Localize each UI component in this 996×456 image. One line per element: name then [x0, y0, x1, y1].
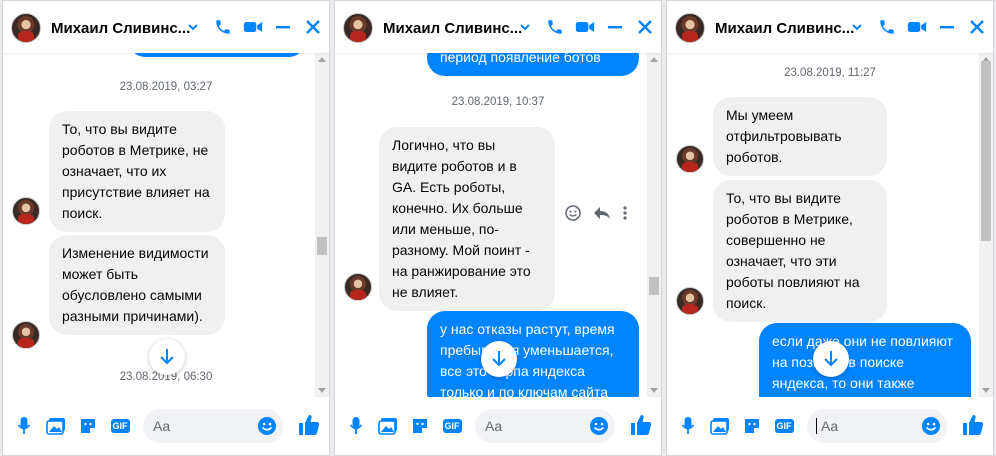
sticker-icon[interactable]: [409, 415, 431, 437]
message-bubble-incoming[interactable]: Логично, что вы видите роботов и в GA. Е…: [379, 127, 555, 311]
timestamp: 23.08.2019, 11:27: [784, 67, 876, 79]
emoji-icon[interactable]: [921, 416, 941, 436]
minimize-icon[interactable]: [937, 17, 957, 37]
contact-avatar[interactable]: [11, 13, 41, 43]
emoji-icon[interactable]: [589, 416, 609, 436]
contact-avatar[interactable]: [343, 13, 373, 43]
reply-icon[interactable]: [593, 206, 611, 220]
minimize-icon[interactable]: [273, 17, 293, 37]
message-input-placeholder: Aa: [485, 418, 503, 434]
message-bubble-incoming[interactable]: То, что вы видите роботов в Метрике, не …: [49, 111, 225, 232]
emoji-icon[interactable]: [257, 416, 277, 436]
phone-icon[interactable]: [545, 17, 565, 37]
scroll-to-bottom-button[interactable]: [149, 339, 185, 375]
message-bubble-outgoing[interactable]: если даже они не повлияют на позиции в п…: [759, 323, 971, 397]
image-icon[interactable]: [45, 415, 67, 437]
contact-avatar[interactable]: [675, 13, 705, 43]
arrow-down-icon: [824, 351, 838, 367]
chat-window-3: Михаил Сливинс... 23.08.2019, 11:27 Мы у…: [666, 0, 994, 456]
sender-avatar: [676, 287, 704, 315]
thumbs-up-icon[interactable]: [297, 413, 321, 437]
phone-icon[interactable]: [213, 17, 233, 37]
message-input-placeholder: Aa: [821, 418, 839, 434]
gif-icon[interactable]: GIF: [109, 415, 131, 437]
react-icon[interactable]: [565, 205, 581, 221]
image-icon[interactable]: [377, 415, 399, 437]
scrollbar-thumb[interactable]: [649, 277, 659, 295]
scroll-to-bottom-button[interactable]: [481, 341, 517, 377]
composer: GIF Aa: [667, 397, 993, 455]
scrollbar[interactable]: [979, 53, 993, 397]
message-input[interactable]: Aa: [143, 409, 283, 443]
timestamp: 23.08.2019, 10:37: [451, 96, 545, 108]
message-bubble-incoming[interactable]: Мы умеем отфильтровывать роботов.: [713, 97, 887, 176]
gif-icon[interactable]: GIF: [441, 415, 463, 437]
chat-window-2: Михаил Сливинс... период появление ботов…: [334, 0, 662, 456]
timestamp: 23.08.2019, 03:27: [119, 81, 213, 93]
message-input[interactable]: Aa: [475, 409, 615, 443]
chat-header: Михаил Сливинс...: [667, 1, 993, 53]
chat-window-1: Михаил Сливинс... 23.08.2019, 03:27 То, …: [2, 0, 330, 456]
sender-avatar: [344, 273, 372, 301]
thumbs-up-icon[interactable]: [629, 413, 653, 437]
message-bubble-incoming[interactable]: То, что вы видите роботов в Метрике, сов…: [713, 180, 887, 322]
close-icon[interactable]: [303, 17, 323, 37]
sticker-icon[interactable]: [741, 415, 763, 437]
video-icon[interactable]: [243, 17, 263, 37]
text-cursor: [816, 418, 817, 434]
scrollbar[interactable]: [315, 53, 329, 397]
scrollbar[interactable]: [647, 53, 661, 397]
minimize-icon[interactable]: [605, 17, 625, 37]
sticker-icon[interactable]: [77, 415, 99, 437]
scrollbar-thumb[interactable]: [981, 61, 991, 241]
chevron-down-icon[interactable]: [847, 17, 867, 37]
close-icon[interactable]: [967, 17, 987, 37]
microphone-icon[interactable]: [677, 415, 699, 437]
arrow-down-icon: [160, 349, 174, 365]
message-input[interactable]: Aa: [807, 409, 947, 443]
chevron-down-icon[interactable]: [183, 17, 203, 37]
sender-avatar: [12, 197, 40, 225]
message-bubble-outgoing[interactable]: период появление ботов: [427, 53, 639, 76]
messenger-screenshot: Михаил Сливинс... 23.08.2019, 03:27 То, …: [0, 0, 996, 456]
chat-header: Михаил Сливинс...: [3, 1, 329, 53]
thumbs-up-icon[interactable]: [961, 413, 985, 437]
video-icon[interactable]: [907, 17, 927, 37]
scrollbar-thumb[interactable]: [317, 237, 327, 255]
message-bubble-outgoing-partial: [129, 53, 305, 57]
close-icon[interactable]: [635, 17, 655, 37]
message-bubble-incoming[interactable]: Изменение видимости может быть обусловле…: [49, 235, 225, 335]
scroll-to-bottom-button[interactable]: [813, 341, 849, 377]
image-icon[interactable]: [709, 415, 731, 437]
phone-icon[interactable]: [877, 17, 897, 37]
sender-avatar: [12, 321, 40, 349]
more-icon[interactable]: [623, 206, 627, 220]
chat-header: Михаил Сливинс...: [335, 1, 661, 53]
message-input-placeholder: Aa: [153, 418, 171, 434]
video-icon[interactable]: [575, 17, 595, 37]
contact-name[interactable]: Михаил Сливинс...: [51, 20, 190, 37]
chevron-down-icon[interactable]: [515, 17, 535, 37]
message-actions: [565, 205, 627, 221]
gif-icon[interactable]: GIF: [773, 415, 795, 437]
contact-name[interactable]: Михаил Сливинс...: [715, 20, 854, 37]
message-bubble-outgoing[interactable]: у нас отказы растут, время пребывания ум…: [427, 311, 639, 397]
microphone-icon[interactable]: [13, 415, 35, 437]
arrow-down-icon: [492, 351, 506, 367]
composer: GIF Aa: [335, 397, 661, 455]
composer: GIF Aa: [3, 397, 329, 455]
sender-avatar: [676, 145, 704, 173]
microphone-icon[interactable]: [345, 415, 367, 437]
contact-name[interactable]: Михаил Сливинс...: [383, 20, 522, 37]
